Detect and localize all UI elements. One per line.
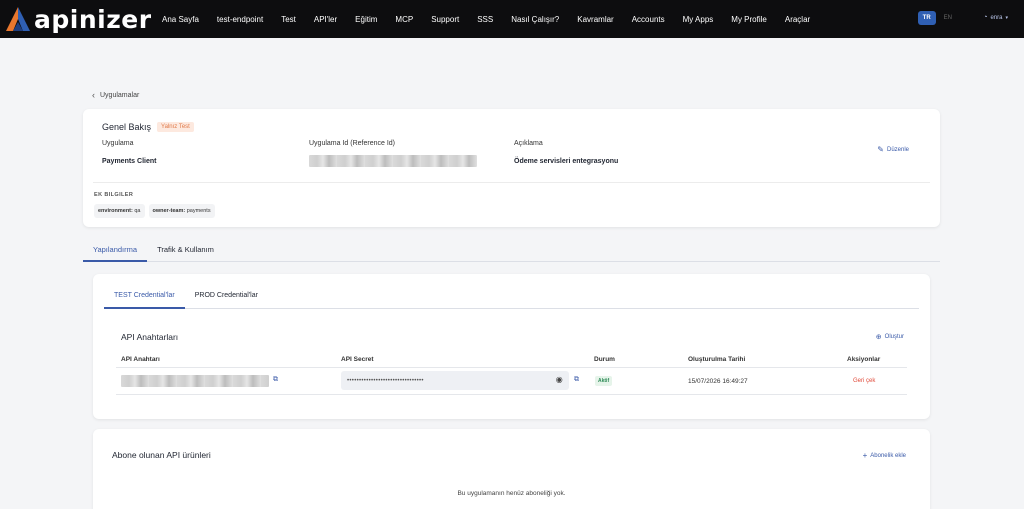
apinizer-logo-icon	[6, 7, 30, 31]
back-label: Uygulamalar	[100, 91, 140, 99]
nav-item-ana-sayfa[interactable]: Ana Sayfa	[162, 15, 199, 24]
nav-item-test[interactable]: Test	[281, 15, 296, 24]
table-header-divider	[116, 367, 907, 368]
subscriptions-empty-state: Bu uygulamanın henüz aboneliği yok.	[457, 490, 566, 497]
back-link[interactable]: ‹ Uygulamalar	[92, 90, 139, 100]
description-label: Açıklama	[514, 140, 543, 147]
tab-trafik-kullanim[interactable]: Trafik & Kullanım	[147, 240, 224, 262]
lang-tr-button[interactable]: TR	[917, 11, 936, 25]
nav-item-my-apps[interactable]: My Apps	[683, 15, 714, 24]
created-date: 15/07/2026 16:49:27	[688, 378, 748, 385]
nav-item-mcp[interactable]: MCP	[395, 15, 413, 24]
app-name-value: Payments Client	[102, 158, 157, 165]
nav-item-apis[interactable]: API'ler	[314, 15, 337, 24]
copy-key-icon[interactable]: ⧉	[273, 376, 278, 384]
pencil-icon: ✎	[877, 145, 884, 154]
plus-icon: +	[862, 451, 868, 460]
tag-value: qa	[134, 208, 141, 214]
add-subscription-label: Abonelik ekle	[870, 452, 906, 459]
add-subscription-button[interactable]: + Abonelik ekle	[863, 451, 906, 460]
extra-info-tags: environment: qa owner-team: payments	[94, 204, 219, 218]
col-api-key: API Anahtarı	[121, 356, 160, 363]
tab-test-credentials[interactable]: TEST Credential'lar	[104, 286, 185, 309]
nav-item-sss[interactable]: SSS	[477, 15, 493, 24]
api-secret-mask: ••••••••••••••••••••••••••••••••	[347, 377, 424, 384]
overview-divider	[93, 182, 930, 183]
user-icon: ◔	[983, 14, 988, 21]
plus-circle-icon: ⊕	[875, 334, 882, 341]
create-label: Oluştur	[884, 334, 904, 340]
main-tabs: Yapılandırma Trafik & Kullanım	[83, 240, 940, 262]
credential-tabs: TEST Credential'lar PROD Credential'lar	[104, 286, 919, 309]
eye-icon[interactable]: ◉	[556, 375, 563, 384]
api-keys-title: API Anahtarları	[121, 332, 179, 342]
brand-name: apinizer	[34, 4, 152, 34]
nav-item-my-profile[interactable]: My Profile	[731, 15, 767, 24]
nav-item-support[interactable]: Support	[431, 15, 459, 24]
chevron-left-icon: ‹	[92, 90, 95, 100]
tag-key: environment:	[98, 208, 133, 214]
subscriptions-card: Abone olunan API ürünleri + Abonelik ekl…	[93, 429, 930, 509]
user-name: enra	[990, 14, 1003, 21]
main-nav: Ana Sayfa test-endpoint Test API'ler Eği…	[162, 15, 828, 24]
edit-button[interactable]: ✎ Düzenle	[877, 145, 909, 154]
nav-item-nasil-calisir[interactable]: Nasıl Çalışır?	[511, 15, 559, 24]
copy-secret-icon[interactable]: ⧉	[574, 376, 579, 384]
create-key-button[interactable]: ⊕ Oluştur	[876, 333, 904, 341]
api-secret-field[interactable]: •••••••••••••••••••••••••••••••• ◉	[341, 371, 569, 390]
col-api-secret: API Secret	[341, 356, 374, 363]
lang-en-button[interactable]: EN	[944, 15, 952, 21]
extra-info-title: EK BILGILER	[94, 192, 134, 198]
col-created: Oluşturulma Tarihi	[688, 356, 746, 363]
brand-logo[interactable]: apinizer	[4, 5, 154, 34]
top-navbar: apinizer Ana Sayfa test-endpoint Test AP…	[0, 0, 1024, 38]
revoke-button[interactable]: Geri çek	[853, 378, 875, 384]
app-label: Uygulama	[102, 140, 134, 147]
col-actions: Aksiyonlar	[847, 356, 881, 363]
nav-item-araclar[interactable]: Araçlar	[785, 15, 810, 24]
edit-label: Düzenle	[886, 146, 909, 153]
nav-item-test-endpoint[interactable]: test-endpoint	[217, 15, 263, 24]
status-badge: Aktif	[595, 376, 613, 386]
overview-card: Genel Bakış Yalnız Test Uygulama Uygulam…	[83, 109, 940, 227]
ref-id-value-redacted	[309, 155, 477, 167]
tag-owner-team: owner-team: payments	[148, 204, 215, 218]
user-menu[interactable]: ◔ enra ▾	[983, 14, 1008, 21]
nav-item-kavramlar[interactable]: Kavramlar	[577, 15, 613, 24]
description-value: Ödeme servisleri entegrasyonu	[514, 158, 619, 165]
overview-title: Genel Bakış	[102, 122, 152, 132]
test-only-badge: Yalnız Test	[157, 122, 194, 132]
nav-item-egitim[interactable]: Eğitim	[355, 15, 377, 24]
tag-key: owner-team:	[152, 208, 186, 214]
tab-yapilandirma[interactable]: Yapılandırma	[83, 240, 148, 262]
overview-heading: Genel Bakış Yalnız Test	[102, 122, 194, 132]
col-status: Durum	[594, 356, 615, 363]
api-key-value-redacted	[121, 375, 269, 387]
credentials-card: TEST Credential'lar PROD Credential'lar …	[93, 274, 930, 419]
tag-value: payments	[186, 208, 211, 214]
language-switcher: TR EN	[917, 11, 952, 25]
tag-environment: environment: qa	[94, 204, 145, 218]
nav-item-accounts[interactable]: Accounts	[632, 15, 665, 24]
ref-id-label: Uygulama Id (Reference Id)	[309, 140, 395, 147]
table-row-divider	[116, 394, 907, 395]
subscriptions-title: Abone olunan API ürünleri	[112, 450, 211, 460]
chevron-down-icon: ▾	[1005, 14, 1008, 21]
tab-prod-credentials[interactable]: PROD Credential'lar	[185, 286, 268, 309]
